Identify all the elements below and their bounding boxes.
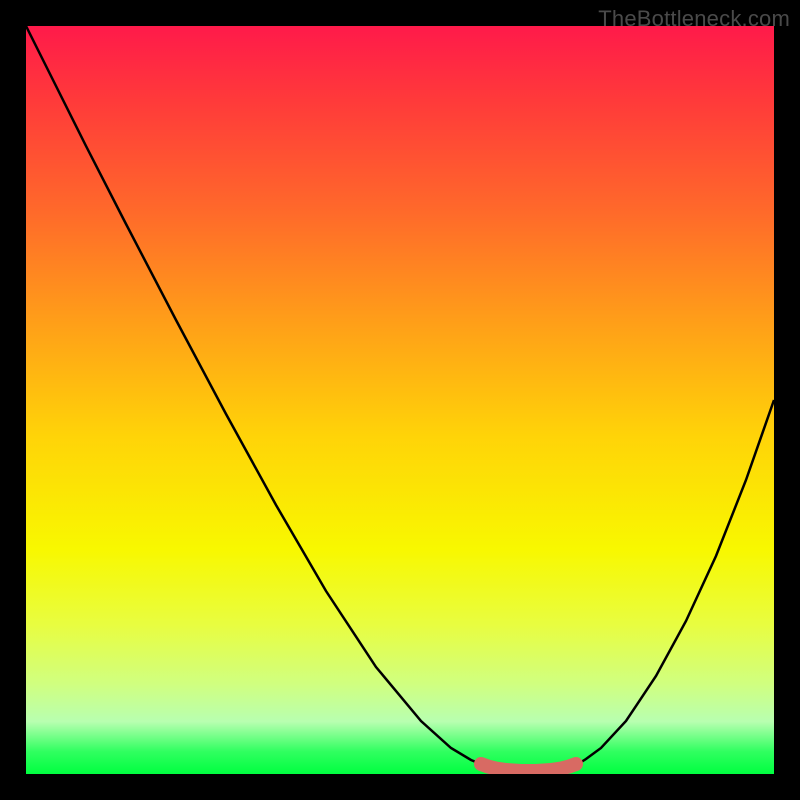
chart-container: TheBottleneck.com [0,0,800,800]
plot-area [26,26,774,774]
watermark-text: TheBottleneck.com [598,6,790,32]
bottleneck-curve [26,26,774,771]
highlight-segment [481,764,576,771]
curve-layer [26,26,774,774]
